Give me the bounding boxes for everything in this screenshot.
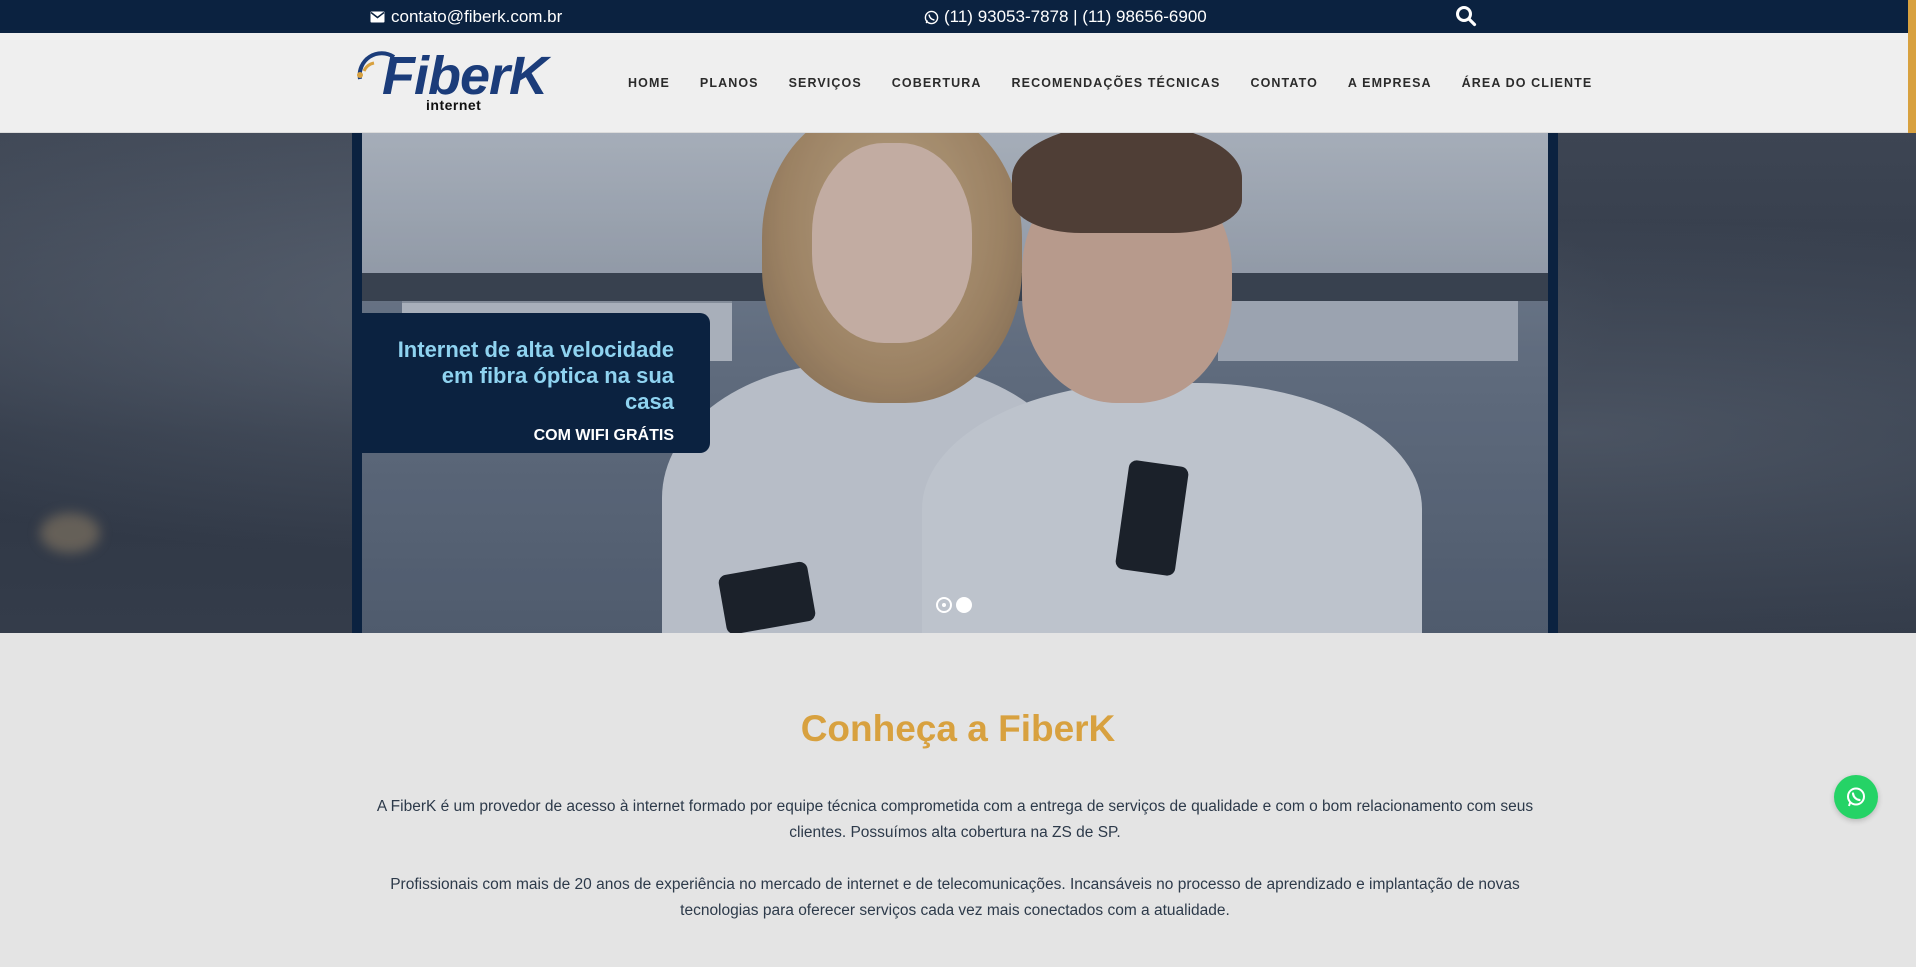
search-icon bbox=[1456, 6, 1477, 27]
whatsapp-float-button[interactable] bbox=[1834, 775, 1878, 819]
search-button[interactable] bbox=[1454, 4, 1478, 28]
envelope-icon bbox=[370, 11, 385, 23]
email-link[interactable]: contato@fiberk.com.br bbox=[370, 7, 562, 27]
main-nav: HOME PLANOS SERVIÇOS COBERTURA RECOMENDA… bbox=[628, 33, 1592, 133]
nav-cobertura[interactable]: COBERTURA bbox=[892, 76, 982, 90]
email-text[interactable]: contato@fiberk.com.br bbox=[391, 7, 562, 27]
promo-subline: COM WIFI GRÁTIS bbox=[533, 427, 674, 444]
main-header: FiberK internet HOME PLANOS SERVIÇOS COB… bbox=[0, 33, 1916, 133]
whatsapp-icon bbox=[924, 10, 939, 24]
nav-home[interactable]: HOME bbox=[628, 76, 670, 90]
about-paragraph-2: Profissionais com mais de 20 anos de exp… bbox=[390, 876, 1520, 919]
nav-servicos[interactable]: SERVIÇOS bbox=[789, 76, 862, 90]
hero-banner: Internet de alta velocidade em fibra ópt… bbox=[0, 133, 1916, 633]
logo-subtitle: internet bbox=[426, 97, 482, 113]
promo-box: Internet de alta velocidade em fibra ópt… bbox=[362, 313, 710, 453]
whatsapp-icon bbox=[1847, 787, 1865, 807]
background-blur bbox=[40, 513, 100, 553]
nav-area-cliente[interactable]: ÁREA DO CLIENTE bbox=[1462, 76, 1593, 90]
slider-pagination bbox=[936, 597, 972, 613]
slider-dot-1[interactable] bbox=[936, 597, 952, 613]
about-paragraph-1: A FiberK é um provedor de acesso à inter… bbox=[376, 798, 1534, 841]
nav-contato[interactable]: CONTATO bbox=[1250, 76, 1317, 90]
slider-dot-2[interactable] bbox=[956, 597, 972, 613]
nav-planos[interactable]: PLANOS bbox=[700, 76, 759, 90]
promo-headline: Internet de alta velocidade em fibra ópt… bbox=[397, 337, 674, 414]
phone-link[interactable]: (11) 93053-7878 | (11) 98656-6900 bbox=[924, 7, 1207, 27]
nav-recomendacoes[interactable]: RECOMENDAÇÕES TÉCNICAS bbox=[1012, 76, 1221, 90]
top-bar: contato@fiberk.com.br (11) 93053-7878 | … bbox=[0, 0, 1916, 33]
nav-empresa[interactable]: A EMPRESA bbox=[1348, 76, 1432, 90]
logo[interactable]: FiberK internet bbox=[352, 47, 552, 119]
about-title: Conheça a FiberK bbox=[800, 708, 1116, 749]
phone-text[interactable]: (11) 93053-7878 | (11) 98656-6900 bbox=[944, 7, 1207, 27]
